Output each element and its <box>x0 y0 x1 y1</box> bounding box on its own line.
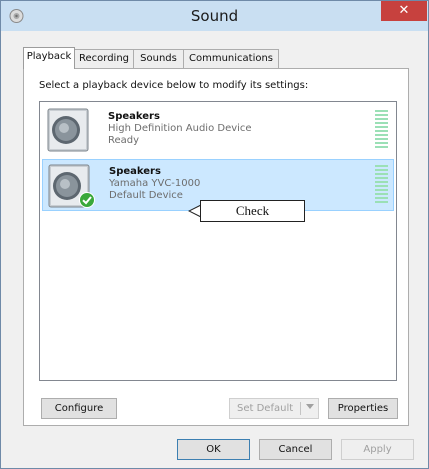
device-status: Default Device <box>109 190 183 201</box>
split-divider <box>300 402 301 415</box>
check-callout: Check <box>188 200 305 222</box>
apply-button[interactable]: Apply <box>341 439 414 460</box>
ok-button[interactable]: OK <box>177 439 250 460</box>
chevron-down-icon[interactable] <box>306 404 314 409</box>
instruction-text: Select a playback device below to modify… <box>39 80 309 91</box>
cancel-button[interactable]: Cancel <box>259 439 332 460</box>
set-default-label: Set Default <box>237 403 294 414</box>
device-description: Yamaha YVC-1000 <box>109 178 201 189</box>
configure-button[interactable]: Configure <box>41 398 117 419</box>
tab-sounds[interactable]: Sounds <box>133 49 184 68</box>
title-bar[interactable]: Sound ✕ <box>1 1 428 31</box>
level-meter <box>375 110 388 150</box>
close-icon: ✕ <box>398 3 410 18</box>
level-meter <box>375 165 388 205</box>
device-info: Speakers High Definition Audio Device Re… <box>108 111 252 147</box>
sound-dialog: Sound ✕ Playback Recording Sounds Commun… <box>0 0 429 469</box>
device-name: Speakers <box>108 111 160 122</box>
device-status: Ready <box>108 135 140 146</box>
tab-recording[interactable]: Recording <box>74 49 134 68</box>
window-title: Sound <box>190 7 239 25</box>
tab-communications[interactable]: Communications <box>183 49 279 68</box>
properties-button[interactable]: Properties <box>328 398 398 419</box>
device-list[interactable]: Speakers High Definition Audio Device Re… <box>39 101 397 381</box>
device-item[interactable]: Speakers High Definition Audio Device Re… <box>42 104 394 156</box>
tab-playback[interactable]: Playback <box>23 47 75 69</box>
device-description: High Definition Audio Device <box>108 123 252 134</box>
green-check-icon <box>79 192 95 208</box>
set-default-split-button[interactable]: Set Default <box>229 398 319 419</box>
callout-label: Check <box>200 200 305 222</box>
device-info: Speakers Yamaha YVC-1000 Default Device <box>109 166 200 202</box>
close-button[interactable]: ✕ <box>381 1 427 21</box>
device-name: Speakers <box>109 166 161 177</box>
speaker-icon <box>47 108 89 152</box>
